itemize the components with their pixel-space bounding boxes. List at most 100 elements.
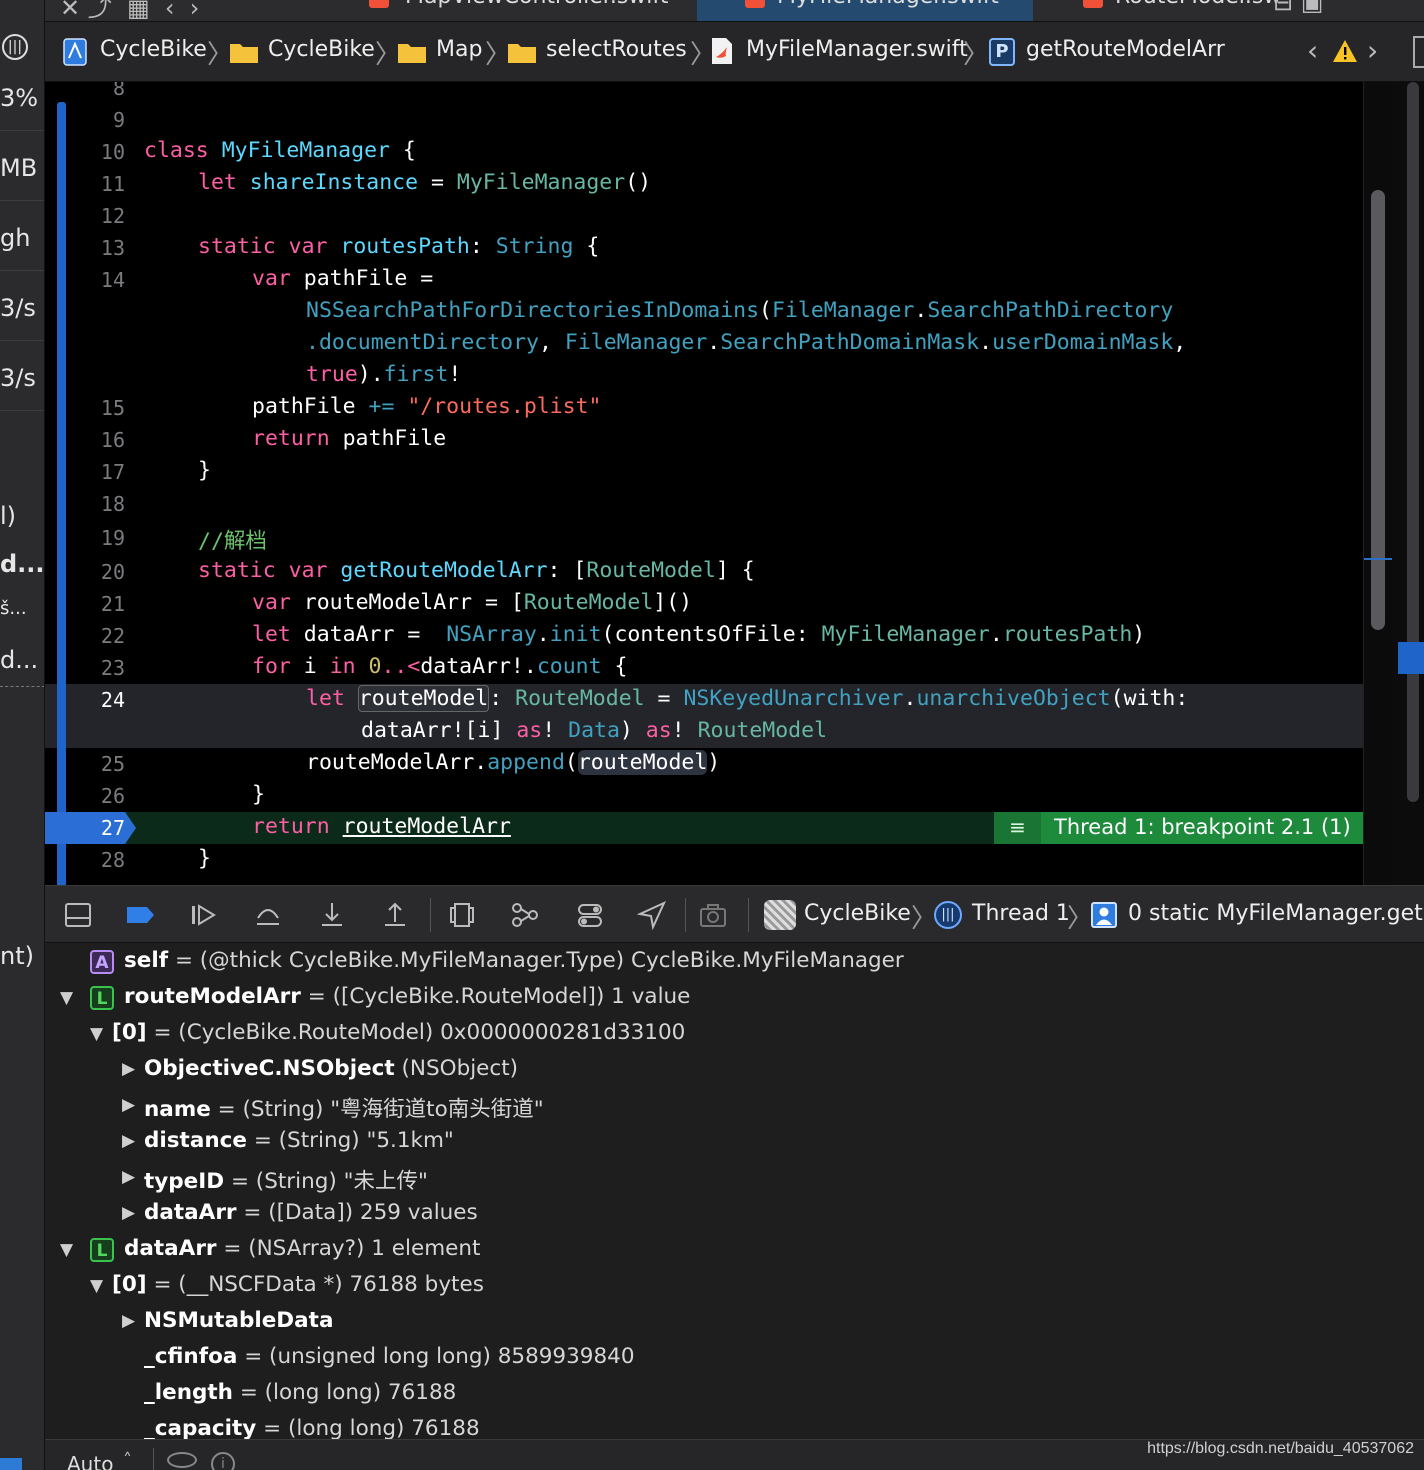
disclosure-triangle-collapsed-icon[interactable]: ▶ — [122, 1167, 135, 1187]
simulate-location-icon[interactable] — [637, 900, 667, 930]
line-number: 14 — [100, 268, 125, 292]
disclosure-triangle-expanded-icon[interactable]: ▼ — [60, 1240, 73, 1260]
breadcrumb-file[interactable]: MyFileManager.swift — [746, 37, 968, 62]
scroll-marker — [1364, 558, 1393, 560]
auto-scope-popup[interactable]: Auto — [67, 1452, 113, 1470]
variable-row-nsobject[interactable]: ObjectiveC.NSObject (NSObject) — [144, 1056, 518, 1081]
code-line-17: } — [198, 458, 211, 483]
breadcrumb-group-cyclebike[interactable]: CycleBike — [268, 37, 375, 62]
variable-row-dataarr[interactable]: dataArr = (NSArray?) 1 element — [124, 1236, 480, 1261]
thread-label[interactable]: l) — [0, 502, 16, 530]
variable-row-length[interactable]: _length = (long long) 76188 — [144, 1380, 456, 1405]
code-line-14: var pathFile = — [252, 266, 434, 291]
tab-mapviewcontroller[interactable]: MapViewController.swift — [365, 0, 735, 21]
continue-icon[interactable] — [188, 900, 218, 930]
disclosure-triangle-expanded-icon[interactable]: ▼ — [60, 988, 73, 1008]
code-line-24-wrap: dataArr![i] as! Data) as! RouteModel — [361, 718, 828, 743]
quick-look-eye-icon[interactable] — [167, 1452, 197, 1468]
environment-overrides-icon[interactable] — [575, 900, 605, 930]
chevron-right-icon: 〉 — [963, 40, 990, 70]
thread-label-2[interactable]: nt) — [0, 942, 34, 970]
debug-path-frame[interactable]: 0 static MyFileManager.getR — [1128, 901, 1424, 926]
property-icon: P — [989, 38, 1015, 66]
breadcrumb-symbol[interactable]: getRouteModelArr — [1026, 37, 1225, 62]
variable-row-capacity[interactable]: _capacity = (long long) 76188 — [144, 1416, 480, 1439]
line-number: 19 — [100, 526, 125, 550]
memory-graph-icon[interactable] — [510, 900, 540, 930]
variable-row-typeid[interactable]: typeID = (String) "未上传" — [144, 1164, 428, 1195]
editor-scrollbar[interactable] — [1363, 82, 1393, 885]
tab-myfilemanager[interactable]: MyFileManager.swift — [697, 0, 1033, 21]
breadcrumb-group-selectroutes[interactable]: selectRoutes — [546, 37, 687, 62]
breakpoints-toggle-icon[interactable] — [125, 900, 155, 930]
frame-label[interactable]: d... — [0, 550, 44, 578]
breadcrumb-group-map[interactable]: Map — [436, 37, 482, 62]
jump-bar: CycleBike 〉 CycleBike 〉 Map 〉 selectRout… — [45, 22, 1424, 82]
source-editor[interactable]: 8 9 10 11 12 13 14 15 16 17 18 19 20 21 … — [45, 82, 1363, 885]
variables-view: A self = (@thick CycleBike.MyFileManager… — [45, 943, 1424, 1439]
camera-icon[interactable] — [698, 900, 728, 930]
variable-row-name[interactable]: name = (String) "粤海街道to南头街道" — [144, 1092, 544, 1123]
code-line-13: static var routesPath: String { — [198, 234, 600, 259]
debug-gauge-icon[interactable]: ||| — [2, 34, 28, 60]
debug-path-thread[interactable]: Thread 1 — [972, 901, 1070, 926]
frame-label-2[interactable]: š... — [0, 598, 27, 619]
code-line-24: let routeModel: RouteModel = NSKeyedUnar… — [306, 685, 1189, 712]
code-line-11: let shareInstance = MyFileManager() — [198, 170, 652, 195]
disclosure-triangle-collapsed-icon[interactable]: ▶ — [122, 1311, 135, 1331]
info-icon[interactable]: i — [211, 1452, 235, 1470]
variable-row-self[interactable]: self = (@thick CycleBike.MyFileManager.T… — [124, 948, 904, 973]
disclosure-triangle-collapsed-icon[interactable]: ▶ — [122, 1131, 135, 1151]
variable-row-element[interactable]: [0] = (CycleBike.RouteModel) 0x000000028… — [112, 1020, 685, 1045]
line-number: 25 — [100, 752, 125, 776]
variable-row-nsmutabledata[interactable]: NSMutableData — [144, 1308, 333, 1333]
variable-row-member-dataarr[interactable]: dataArr = ([Data]) 259 values — [144, 1200, 478, 1225]
variable-row-data-element[interactable]: [0] = (__NSCFData *) 76188 bytes — [112, 1272, 484, 1297]
hide-debug-area-icon[interactable] — [63, 900, 93, 930]
next-issue-icon[interactable]: › — [1367, 34, 1378, 67]
line-number: 20 — [100, 560, 125, 584]
disclosure-triangle-collapsed-icon[interactable]: ▶ — [122, 1059, 135, 1079]
scrollbar-thumb[interactable] — [1371, 190, 1385, 630]
breakpoint-annotation[interactable]: ≡ Thread 1: breakpoint 2.1 (1) — [994, 812, 1363, 844]
line-number: 27 — [100, 816, 125, 840]
step-into-icon[interactable] — [317, 900, 347, 930]
folder-icon — [230, 44, 258, 63]
line-number: 13 — [100, 236, 125, 260]
variable-row-distance[interactable]: distance = (String) "5.1km" — [144, 1128, 454, 1153]
warning-icon[interactable] — [1332, 39, 1358, 63]
breadcrumb-project[interactable]: CycleBike — [100, 37, 207, 62]
editor-options-icon[interactable]: ⊟ ▣ — [1273, 0, 1323, 16]
left-bottom-accent — [0, 1458, 22, 1470]
tab-routemodel[interactable]: RouteModel.swift — [1075, 0, 1280, 21]
disclosure-triangle-expanded-icon[interactable]: ▼ — [90, 1024, 103, 1044]
debug-toolbar: CycleBike 〉 ||| Thread 1 〉 0 static MyFi… — [45, 885, 1424, 943]
minimap-bar — [1407, 82, 1419, 802]
disclosure-triangle-expanded-icon[interactable]: ▼ — [90, 1276, 103, 1296]
code-coverage-bar — [57, 102, 66, 885]
disclosure-triangle-collapsed-icon[interactable]: ▶ — [122, 1095, 135, 1115]
code-line-14-wrap-2: .documentDirectory, FileManager.SearchPa… — [306, 330, 1187, 355]
chevron-right-icon: 〉 — [1067, 904, 1094, 934]
cursor-token[interactable]: routeModel — [357, 685, 490, 712]
step-over-icon[interactable] — [253, 900, 283, 930]
nav-buttons[interactable]: ✕ ⤴ ▦ ‹ › — [60, 0, 199, 21]
tab-bar: ✕ ⤴ ▦ ‹ › MapViewController.swift MyFile… — [45, 0, 1424, 22]
frame-label-3[interactable]: d... — [0, 646, 38, 674]
view-hierarchy-icon[interactable] — [447, 900, 477, 930]
line-number: 21 — [100, 592, 125, 616]
cpu-gauge-value: 3% — [0, 84, 39, 112]
swift-file-icon — [1083, 0, 1103, 8]
previous-issue-icon[interactable]: ‹ — [1307, 34, 1318, 67]
disclosure-triangle-collapsed-icon[interactable]: ▶ — [122, 1203, 135, 1223]
variable-row-routemodelarr[interactable]: routeModelArr = ([CycleBike.RouteModel])… — [124, 984, 690, 1009]
variable-row-cfinfoa[interactable]: _cfinfoa = (unsigned long long) 85899398… — [144, 1344, 635, 1369]
user-frame-icon — [1091, 902, 1117, 928]
debug-path-app[interactable]: CycleBike — [804, 901, 911, 926]
step-out-icon[interactable] — [380, 900, 410, 930]
left-sidebar-strip: ||| 3% MB gh 3/s 3/s l) d... š... d... n… — [0, 0, 45, 1470]
folder-icon — [398, 44, 426, 63]
line-number: 10 — [100, 140, 125, 164]
chevron-up-icon: ˄ — [123, 1450, 132, 1470]
code-line-22: let dataArr = NSArray.init(contentsOfFil… — [252, 622, 1146, 647]
